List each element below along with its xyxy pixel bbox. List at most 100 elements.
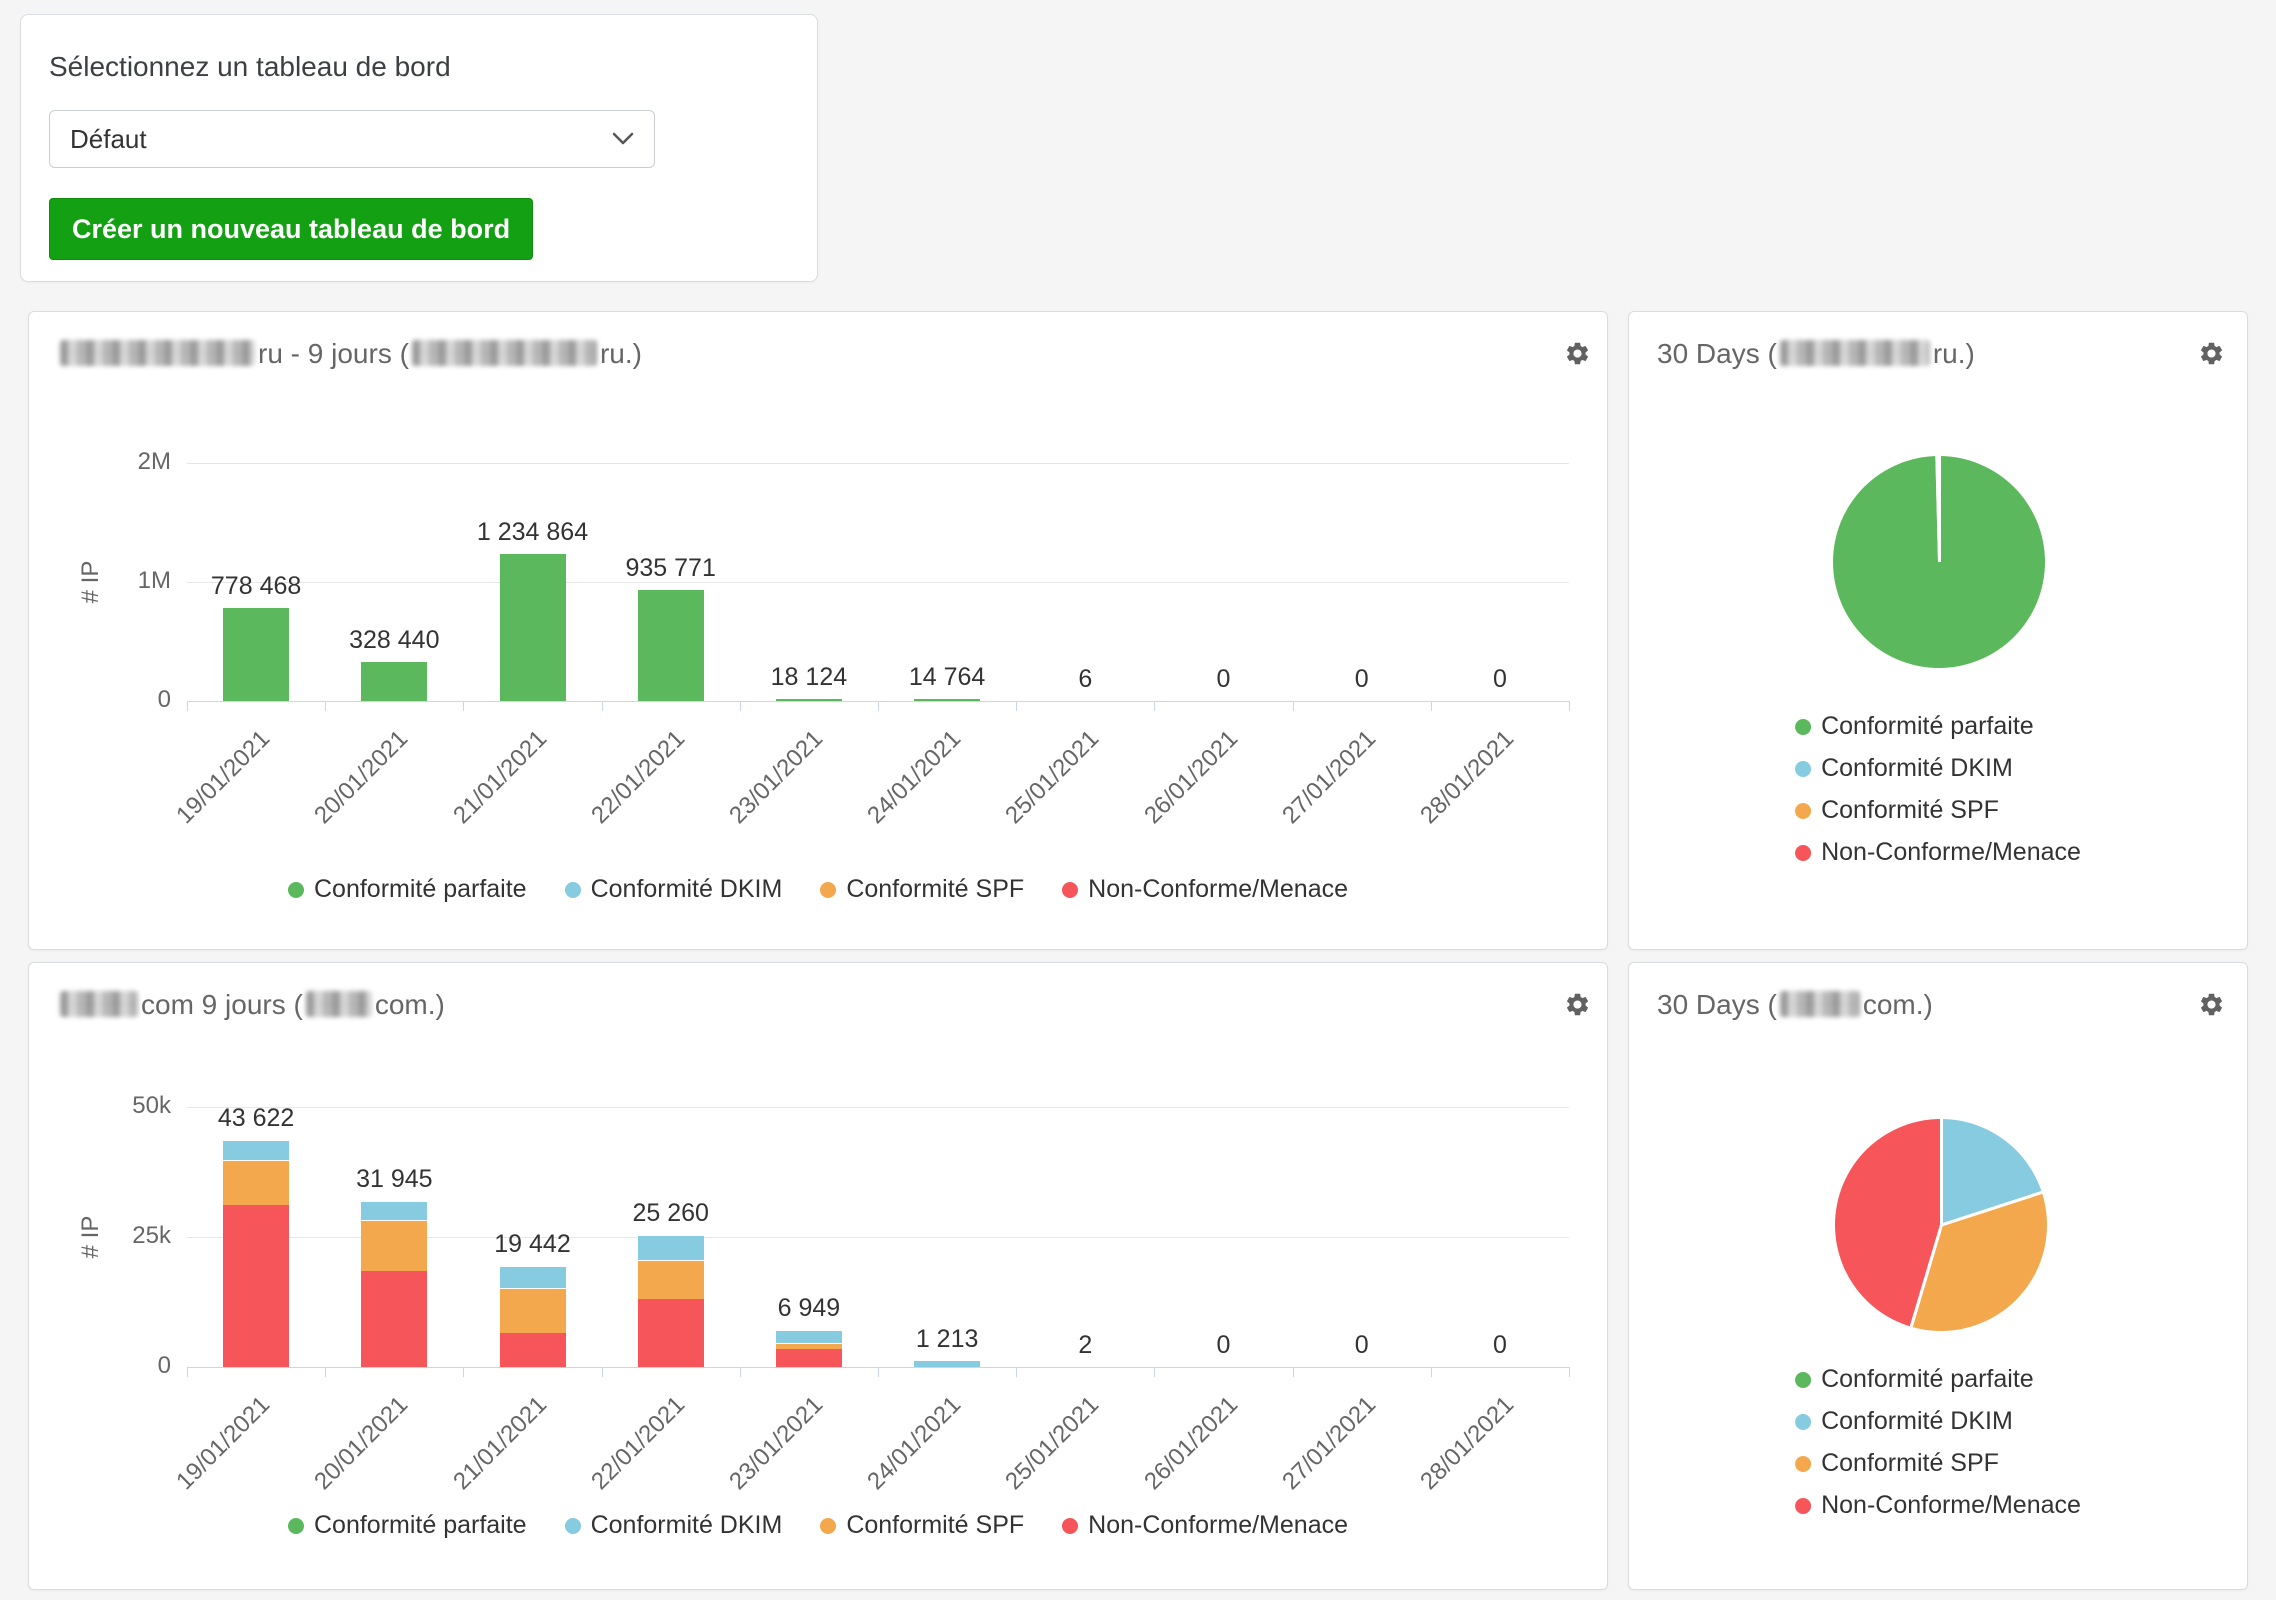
bar-value-label: 935 771: [561, 554, 781, 583]
legend-item[interactable]: Conformité SPF: [1795, 796, 1999, 825]
create-dashboard-button[interactable]: Créer un nouveau tableau de bord: [49, 198, 533, 260]
x-axis-tick: [1154, 1367, 1155, 1377]
chart-legend: Conformité parfaite Conformité DKIM Confor…: [1795, 1365, 2081, 1520]
x-axis-tick: [1569, 701, 1570, 711]
legend-item[interactable]: Conformité SPF: [1795, 1449, 1999, 1478]
chevron-down-icon: [612, 132, 634, 146]
legend-item[interactable]: Conformité parfaite: [1795, 1365, 2034, 1394]
x-axis-label: 22/01/2021: [586, 725, 691, 830]
bar-segment[interactable]: [776, 1349, 842, 1367]
legend-item[interactable]: Conformité DKIM: [565, 875, 783, 904]
selector-label: Sélectionnez un tableau de bord: [49, 51, 789, 83]
bar-value-label: 328 440: [284, 626, 504, 655]
legend-item[interactable]: Conformité DKIM: [1795, 1407, 2013, 1436]
bar-segment[interactable]: [914, 699, 980, 701]
x-axis-label: 28/01/2021: [1415, 1391, 1520, 1496]
legend-item[interactable]: Non-Conforme/Menace: [1062, 1511, 1348, 1540]
legend-label: Non-Conforme/Menace: [1821, 838, 2081, 867]
bar-segment[interactable]: [638, 1235, 704, 1260]
x-axis-tick: [1431, 1367, 1432, 1377]
dashboard-select[interactable]: Défaut: [49, 110, 655, 168]
dashboard-selector-card: Sélectionnez un tableau de bord Défaut C…: [20, 14, 818, 282]
legend-label: Conformité SPF: [1821, 1449, 1999, 1478]
bar-value-label: 43 622: [146, 1104, 366, 1133]
bar-value-label: 19 442: [423, 1230, 643, 1259]
bar-value-label: 0: [1390, 665, 1610, 694]
x-axis-tick: [1016, 1367, 1017, 1377]
bar-segment[interactable]: [914, 1361, 980, 1367]
bar-segment[interactable]: [223, 1140, 289, 1160]
legend-dot-icon: [565, 882, 581, 898]
dashboard-page: { "colors": { "green": "#5cb85c", "blue"…: [0, 0, 2276, 1600]
bar-value-label: 25 260: [561, 1199, 781, 1228]
legend-item[interactable]: Non-Conforme/Menace: [1795, 1491, 2081, 1520]
legend-item[interactable]: Conformité SPF: [820, 875, 1024, 904]
bar-chart: 025k50k# IP43 62219/01/202131 94520/01/2…: [29, 963, 1607, 1589]
y-axis-tick-label: 0: [29, 686, 171, 714]
bar-segment[interactable]: [776, 1343, 842, 1349]
pie-chart-card-com: 30 Days (com.) Conformité parfaiteConfor…: [1628, 962, 2248, 1590]
legend-item[interactable]: Conformité DKIM: [1795, 754, 2013, 783]
pie-chart: Conformité parfaite Conformité DKIM Confor…: [1629, 963, 2247, 1589]
legend-label: Non-Conforme/Menace: [1821, 1491, 2081, 1520]
y-axis-title: # IP: [77, 561, 105, 604]
x-axis-tick: [1569, 1367, 1570, 1377]
pie-slice-separator: [1940, 1119, 1943, 1225]
x-axis-tick: [1293, 701, 1294, 711]
bar-segment[interactable]: [361, 1220, 427, 1271]
bar-segment[interactable]: [361, 1201, 427, 1220]
bar-segment[interactable]: [361, 1271, 427, 1367]
bar-value-label: 0: [1390, 1331, 1610, 1360]
bar-segment[interactable]: [500, 554, 566, 701]
x-axis-label: 20/01/2021: [309, 725, 414, 830]
legend-item[interactable]: Non-Conforme/Menace: [1795, 838, 2081, 867]
y-axis-title: # IP: [77, 1216, 105, 1259]
legend-item[interactable]: Conformité DKIM: [565, 1511, 783, 1540]
bar-segment[interactable]: [500, 1333, 566, 1367]
x-axis-tick: [1016, 701, 1017, 711]
legend-dot-icon: [288, 1518, 304, 1534]
bar-segment[interactable]: [361, 662, 427, 701]
legend-item[interactable]: Conformité parfaite: [288, 1511, 527, 1540]
bar-segment[interactable]: [638, 1260, 704, 1299]
x-axis-tick: [187, 1367, 188, 1377]
pie-slice-separator: [1938, 456, 1941, 562]
bar-segment[interactable]: [500, 1288, 566, 1333]
x-axis-tick: [878, 1367, 879, 1377]
legend-item[interactable]: Non-Conforme/Menace: [1062, 875, 1348, 904]
bar-chart-card-com: com 9 jours (com.) 025k50k# IP43 62219/0…: [28, 962, 1608, 1590]
x-axis-label: 20/01/2021: [309, 1391, 414, 1496]
legend-dot-icon: [1795, 719, 1811, 735]
x-axis-tick: [1431, 701, 1432, 711]
legend-label: Conformité SPF: [1821, 796, 1999, 825]
legend-item[interactable]: Conformité parfaite: [288, 875, 527, 904]
legend-dot-icon: [1062, 882, 1078, 898]
x-axis-tick: [463, 1367, 464, 1377]
legend-dot-icon: [1062, 1518, 1078, 1534]
bar-segment[interactable]: [223, 1205, 289, 1367]
bar-chart-card-ru: ru - 9 jours (ru.) 01M2M# IP778 46819/01…: [28, 311, 1608, 950]
gridline: [187, 1107, 1569, 1108]
bar-segment[interactable]: [638, 590, 704, 701]
legend-label: Conformité parfaite: [1821, 712, 2034, 741]
bar-segment[interactable]: [223, 608, 289, 701]
bar-segment[interactable]: [776, 1330, 842, 1343]
x-axis-label: 21/01/2021: [448, 1391, 553, 1496]
x-axis-label: 25/01/2021: [1000, 725, 1105, 830]
legend-item[interactable]: Conformité parfaite: [1795, 712, 2034, 741]
legend-dot-icon: [1795, 845, 1811, 861]
bar-segment[interactable]: [776, 699, 842, 701]
bar-segment[interactable]: [500, 1266, 566, 1288]
legend-item[interactable]: Conformité SPF: [820, 1511, 1024, 1540]
legend-label: Conformité SPF: [846, 875, 1024, 904]
x-axis-label: 24/01/2021: [862, 1391, 967, 1496]
bar-segment[interactable]: [223, 1160, 289, 1205]
bar-segment[interactable]: [638, 1299, 704, 1367]
legend-dot-icon: [820, 1518, 836, 1534]
x-axis-tick: [463, 701, 464, 711]
bar-value-label: 778 468: [146, 572, 366, 601]
y-axis-tick-label: 0: [29, 1352, 171, 1380]
legend-label: Conformité parfaite: [314, 875, 527, 904]
legend-dot-icon: [1795, 1498, 1811, 1514]
select-value: Défaut: [70, 124, 147, 155]
